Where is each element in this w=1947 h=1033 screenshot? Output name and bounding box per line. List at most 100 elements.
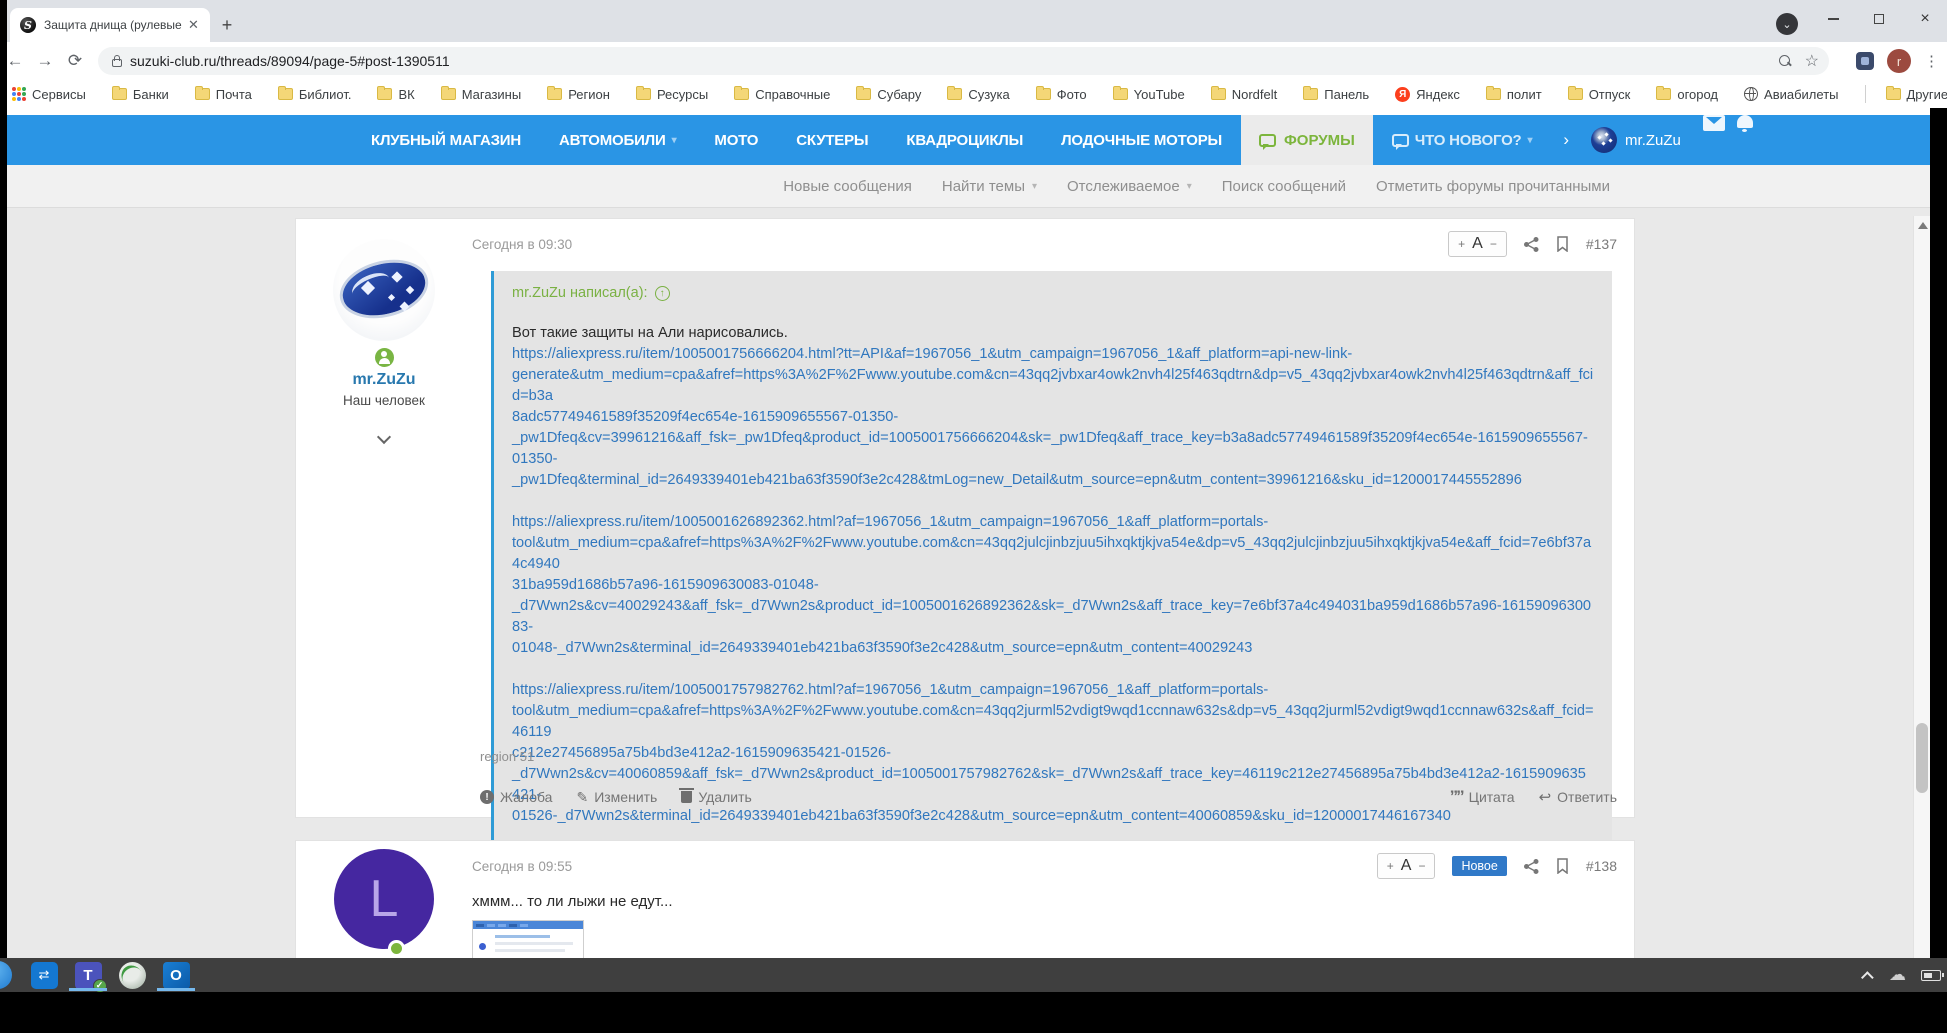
outlook-taskbar-button[interactable]: O [154, 958, 198, 992]
delete-button[interactable]: Удалить [679, 788, 752, 805]
nav-club-shop[interactable]: КЛУБНЫЙ МАГАЗИН [352, 115, 540, 165]
bookmark-icon[interactable] [1556, 858, 1569, 874]
lock-icon[interactable] [112, 54, 122, 67]
nav-user-menu[interactable]: mr.ZuZu [1581, 115, 1691, 165]
nav-label: ФОРУМЫ [1284, 131, 1355, 149]
bookmark-item[interactable]: Панель [1303, 86, 1369, 102]
tab-close-icon[interactable]: ✕ [188, 17, 199, 33]
bookmark-item[interactable]: Магазины [440, 86, 521, 102]
bookmark-item[interactable]: Библиот. [277, 86, 351, 102]
browser-tab[interactable]: S Защита днища (рулевые тяги, д ✕ [10, 8, 210, 42]
bookmark-item[interactable]: Сервисы [12, 87, 86, 102]
nav-moto[interactable]: МОТО [695, 115, 777, 165]
bookmark-item[interactable]: Справочные [734, 86, 830, 102]
scrollbar-thumb[interactable] [1916, 723, 1928, 793]
window-minimize-button[interactable] [1816, 6, 1850, 32]
onedrive-cloud-icon[interactable]: ☁ [1889, 965, 1906, 985]
avatar[interactable] [333, 239, 435, 341]
nav-cars[interactable]: АВТОМОБИЛИ ▾ [540, 115, 695, 165]
aliexpress-link-1[interactable]: https://aliexpress.ru/item/1005001756666… [512, 344, 1594, 491]
bookmark-item[interactable]: огород [1656, 86, 1718, 102]
bookmark-item[interactable]: Сузука [947, 86, 1010, 102]
skype-icon[interactable] [0, 961, 12, 989]
share-icon[interactable] [1523, 858, 1539, 874]
hidden-icons-chevron-icon[interactable] [1861, 970, 1874, 984]
url-text[interactable]: suzuki-club.ru/threads/89094/page-5#post… [130, 53, 1779, 69]
nav-forums-active[interactable]: ФОРУМЫ [1241, 115, 1373, 165]
bookmark-item[interactable]: Регион [547, 86, 610, 102]
window-close-button[interactable]: × [1908, 6, 1942, 32]
author-username[interactable]: mr.ZuZu [296, 371, 472, 389]
page-scrollbar[interactable] [1913, 216, 1930, 958]
font-minus[interactable]: − [1418, 859, 1425, 873]
alerts-bell-icon[interactable] [1736, 115, 1753, 132]
inbox-envelope-icon[interactable] [1702, 115, 1725, 131]
bookmark-label: полит [1506, 86, 1542, 102]
nav-atv[interactable]: КВАДРОЦИКЛЫ [887, 115, 1042, 165]
address-bar[interactable]: suzuki-club.ru/threads/89094/page-5#post… [98, 47, 1829, 75]
avatar[interactable]: L [334, 849, 434, 957]
nav-label: ЛОДОЧНЫЕ МОТОРЫ [1061, 131, 1222, 149]
teamviewer-taskbar-button[interactable]: ⇄ [22, 958, 66, 992]
font-size-button[interactable]: + A − [1448, 231, 1507, 257]
post-date[interactable]: Сегодня в 09:55 [472, 859, 572, 874]
subnav-mark-read[interactable]: Отметить форумы прочитанными [1376, 178, 1610, 195]
quote-author[interactable]: mr.ZuZu написал(а): [512, 285, 648, 301]
teams-taskbar-button[interactable]: T ✓ [66, 958, 110, 993]
window-maximize-button[interactable] [1862, 6, 1896, 32]
other-bookmarks-button[interactable]: Другие закладки [1864, 85, 1947, 103]
extension-icon[interactable] [1856, 52, 1874, 70]
bookmark-item[interactable]: Фото [1035, 86, 1087, 102]
reload-button[interactable]: ⟳ [60, 51, 90, 71]
new-tab-button[interactable]: + [214, 12, 240, 38]
cisco-taskbar-button[interactable] [110, 958, 154, 992]
bookmark-item[interactable]: YouTube [1112, 86, 1185, 102]
chevron-down-icon[interactable] [376, 429, 392, 445]
font-minus[interactable]: − [1490, 237, 1497, 251]
bookmark-item[interactable]: ВК [377, 86, 415, 102]
font-plus[interactable]: + [1387, 859, 1394, 873]
forward-button[interactable]: → [30, 51, 60, 71]
bookmark-item[interactable]: Я Яндекс [1395, 86, 1460, 102]
tab-search-button[interactable]: ⌄ [1776, 13, 1798, 35]
browser-menu-icon[interactable]: ⋮ [1924, 52, 1939, 70]
post-number[interactable]: #138 [1586, 858, 1617, 874]
bookmark-item[interactable]: полит [1485, 86, 1542, 102]
post-date[interactable]: Сегодня в 09:30 [472, 237, 572, 252]
subnav-new-posts[interactable]: Новые сообщения [783, 178, 912, 195]
subnav-search-posts[interactable]: Поиск сообщений [1222, 178, 1346, 195]
subnav-watched[interactable]: Отслеживаемое ▾ [1067, 178, 1192, 195]
bookmark-item[interactable]: Почта [194, 86, 252, 102]
bookmark-item[interactable]: Авиабилеты [1744, 87, 1839, 102]
outlook-icon: O [162, 961, 190, 989]
bookmark-icon[interactable] [1556, 236, 1569, 252]
bookmark-item[interactable]: Nordfelt [1210, 86, 1277, 102]
bookmark-item[interactable]: Отпуск [1567, 86, 1630, 102]
report-button[interactable]: ! Жалоба [480, 789, 552, 805]
battery-icon[interactable] [1921, 969, 1944, 981]
bookmark-star-icon[interactable]: ☆ [1805, 51, 1819, 71]
browser-profile-avatar[interactable]: r [1887, 49, 1911, 73]
zoom-icon[interactable] [1778, 55, 1791, 67]
bookmark-item[interactable]: Банки [111, 86, 169, 102]
bookmark-item[interactable]: Ресурсы [635, 86, 708, 102]
quote-jump-icon[interactable]: ↑ [654, 285, 670, 301]
bookmark-label: Почта [215, 86, 252, 102]
aliexpress-link-2[interactable]: https://aliexpress.ru/item/1005001626892… [512, 512, 1594, 659]
nav-scooters[interactable]: СКУТЕРЫ [777, 115, 887, 165]
nav-boat-motors[interactable]: ЛОДОЧНЫЕ МОТОРЫ [1042, 115, 1241, 165]
nav-whats-new[interactable]: ЧТО НОВОГО? ▾ [1373, 115, 1552, 165]
edit-button[interactable]: ✎ Изменить [576, 789, 657, 806]
scroll-up-arrow-icon[interactable] [1918, 222, 1928, 229]
font-size-button[interactable]: + A − [1376, 853, 1436, 879]
attached-image-thumbnail[interactable] [472, 920, 584, 958]
font-plus[interactable]: + [1458, 237, 1465, 251]
bookmark-item[interactable]: Субару [856, 86, 921, 102]
share-icon[interactable] [1523, 236, 1539, 252]
reply-button[interactable]: ↩ Ответить [1539, 787, 1617, 807]
teams-icon: T ✓ [74, 961, 107, 993]
quote-button[interactable]: ”” Цитата [1450, 787, 1515, 807]
subnav-find-threads[interactable]: Найти темы ▾ [942, 178, 1037, 195]
post-number[interactable]: #137 [1586, 236, 1617, 252]
nav-scroll-arrow[interactable]: › [1551, 115, 1581, 165]
